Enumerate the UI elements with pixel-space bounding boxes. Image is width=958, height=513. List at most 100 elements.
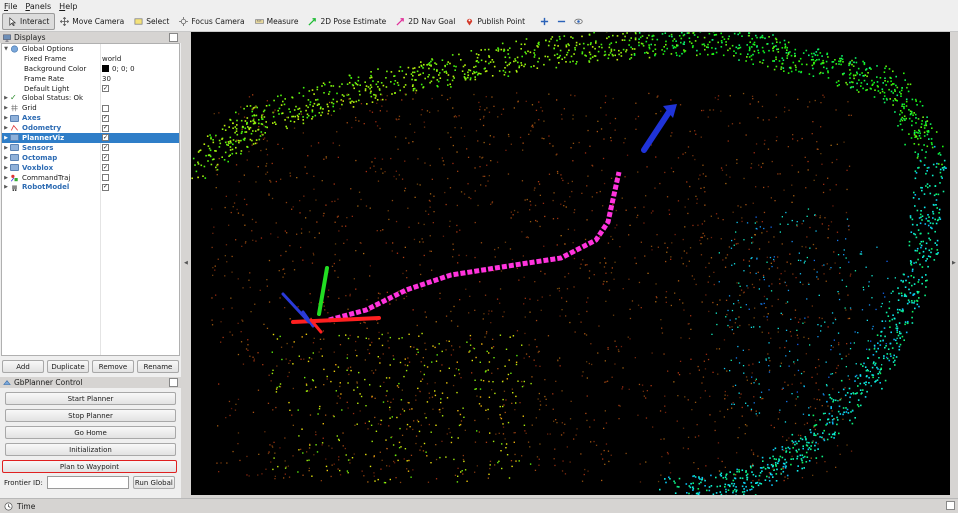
folder-icon xyxy=(10,164,19,172)
monitor-icon xyxy=(3,34,11,42)
menu-panels[interactable]: Panels xyxy=(25,2,51,11)
expand-right-icon[interactable]: ▶ xyxy=(2,145,10,151)
display-item-label: Sensors xyxy=(22,143,54,152)
frontier-row: Frontier ID: Run Global xyxy=(4,476,177,489)
select-icon xyxy=(134,18,143,25)
frame-rate-label: Frame Rate xyxy=(24,74,65,83)
expand-right-icon[interactable]: ▶ xyxy=(2,184,10,190)
display-enabled-checkbox[interactable]: ✓ xyxy=(102,124,109,132)
display-item-sensors[interactable]: ▶ Sensors ✓ xyxy=(2,143,179,153)
expand-right-icon[interactable]: ▶ xyxy=(2,125,10,131)
global-status-row[interactable]: ▶ ✓ Global Status: Ok xyxy=(2,93,179,103)
fixed-frame-row[interactable]: Fixed Frame world xyxy=(2,54,179,64)
display-enabled-checkbox[interactable]: ✓ xyxy=(102,164,109,172)
pose-estimate-label: 2D Pose Estimate xyxy=(320,17,387,26)
select-tool[interactable]: Select xyxy=(129,13,174,30)
frontier-id-label: Frontier ID: xyxy=(4,478,43,487)
run-global-button[interactable]: Run Global xyxy=(132,476,175,489)
display-enabled-checkbox[interactable]: ✓ xyxy=(102,144,109,152)
display-item-odometry[interactable]: ▶ Odometry ✓ xyxy=(2,123,179,133)
display-item-label: Grid xyxy=(22,104,37,113)
display-enabled-checkbox[interactable]: ✓ xyxy=(102,134,109,142)
background-color-value[interactable]: 0; 0; 0 xyxy=(112,65,135,73)
add-tool-button[interactable] xyxy=(536,13,553,30)
camera-type-button[interactable] xyxy=(570,13,587,30)
float-panel-button[interactable] xyxy=(946,501,955,510)
plan-to-waypoint-button[interactable]: Plan to Waypoint xyxy=(2,460,177,473)
frame-rate-row[interactable]: Frame Rate 30 xyxy=(2,74,179,84)
nav-goal-tool[interactable]: 2D Nav Goal xyxy=(391,13,460,30)
initialization-button[interactable]: Initialization xyxy=(5,443,176,456)
pose-estimate-tool[interactable]: 2D Pose Estimate xyxy=(303,13,391,30)
menu-file[interactable]: File xyxy=(4,2,17,11)
display-item-label: RobotModel xyxy=(22,183,70,192)
move-camera-label: Move Camera xyxy=(72,17,125,26)
start-planner-button[interactable]: Start Planner xyxy=(5,392,176,405)
display-enabled-checkbox[interactable]: ✓ xyxy=(102,114,109,122)
collapse-left-icon[interactable]: ◀ xyxy=(184,260,188,266)
expand-right-icon[interactable]: ▶ xyxy=(2,175,10,181)
measure-label: Measure xyxy=(266,17,299,26)
go-home-button[interactable]: Go Home xyxy=(5,426,176,439)
left-splitter[interactable]: ◀ xyxy=(181,32,191,498)
measure-tool[interactable]: Measure xyxy=(250,13,304,30)
display-item-axes[interactable]: ▶ Axes ✓ xyxy=(2,113,179,123)
color-swatch[interactable] xyxy=(102,65,109,73)
tool-bar: Interact Move Camera Select Focus Camera… xyxy=(0,12,958,32)
display-item-commandtraj[interactable]: ▶ CommandTraj xyxy=(2,173,179,183)
float-panel-button[interactable] xyxy=(169,33,178,42)
remove-display-button[interactable]: Remove xyxy=(92,360,134,373)
display-item-robotmodel[interactable]: ▶ RobotModel ✓ xyxy=(2,182,179,192)
fixed-frame-label: Fixed Frame xyxy=(24,54,67,63)
minus-icon xyxy=(557,20,566,23)
global-options-row[interactable]: ▼ Global Options xyxy=(2,44,179,54)
move-camera-tool[interactable]: Move Camera xyxy=(55,13,129,30)
display-enabled-checkbox[interactable]: ✓ xyxy=(102,183,109,191)
publish-point-tool[interactable]: Publish Point xyxy=(460,13,530,30)
folder-icon xyxy=(10,114,19,122)
display-item-octomap[interactable]: ▶ Octomap ✓ xyxy=(2,153,179,163)
background-color-row[interactable]: Background Color 0; 0; 0 xyxy=(2,64,179,74)
collapse-right-icon[interactable]: ▶ xyxy=(952,260,956,266)
add-display-button[interactable]: Add xyxy=(2,360,44,373)
point-cloud-canvas[interactable] xyxy=(191,32,950,495)
expand-right-icon[interactable]: ▶ xyxy=(2,135,10,141)
expand-right-icon[interactable]: ▶ xyxy=(2,115,10,121)
focus-camera-label: Focus Camera xyxy=(191,17,245,26)
publish-point-label: Publish Point xyxy=(477,17,526,26)
right-splitter[interactable]: ▶ xyxy=(950,32,958,498)
focus-camera-tool[interactable]: Focus Camera xyxy=(174,13,249,30)
expand-right-icon[interactable]: ▶ xyxy=(2,165,10,171)
panel-icon xyxy=(3,379,11,385)
display-item-plannerviz[interactable]: ▶ PlannerViz ✓ xyxy=(2,133,179,143)
fixed-frame-value[interactable]: world xyxy=(102,55,121,63)
expand-right-icon[interactable]: ▶ xyxy=(2,95,10,101)
menu-help[interactable]: Help xyxy=(59,2,77,11)
eye-icon xyxy=(574,18,583,25)
display-enabled-checkbox[interactable]: ✓ xyxy=(102,154,109,162)
displays-tree[interactable]: ▼ Global Options Fixed Frame world Backg… xyxy=(1,43,180,356)
display-item-voxblox[interactable]: ▶ Voxblox ✓ xyxy=(2,163,179,173)
expand-right-icon[interactable]: ▶ xyxy=(2,155,10,161)
gbplanner-panel-title: GbPlanner Control xyxy=(0,377,181,388)
robot-icon xyxy=(12,185,17,192)
rename-display-button[interactable]: Rename xyxy=(137,360,179,373)
displays-title: Displays xyxy=(14,33,46,42)
duplicate-display-button[interactable]: Duplicate xyxy=(47,360,89,373)
default-light-row[interactable]: Default Light ✓ xyxy=(2,84,179,94)
frontier-id-input[interactable] xyxy=(46,476,129,489)
remove-tool-button[interactable] xyxy=(553,13,570,30)
default-light-checkbox[interactable]: ✓ xyxy=(102,85,109,92)
expand-down-icon[interactable]: ▼ xyxy=(2,46,10,52)
expand-right-icon[interactable]: ▶ xyxy=(2,105,10,111)
display-item-grid[interactable]: ▶ Grid xyxy=(2,103,179,113)
stop-planner-button[interactable]: Stop Planner xyxy=(5,409,176,422)
folder-icon xyxy=(10,144,19,152)
display-enabled-checkbox[interactable] xyxy=(102,174,109,182)
display-enabled-checkbox[interactable] xyxy=(102,104,109,112)
map-pin-icon xyxy=(467,18,473,26)
interact-tool[interactable]: Interact xyxy=(2,13,56,30)
float-panel-button[interactable] xyxy=(169,378,178,387)
frame-rate-value[interactable]: 30 xyxy=(102,75,111,83)
render-view[interactable] xyxy=(191,32,950,495)
